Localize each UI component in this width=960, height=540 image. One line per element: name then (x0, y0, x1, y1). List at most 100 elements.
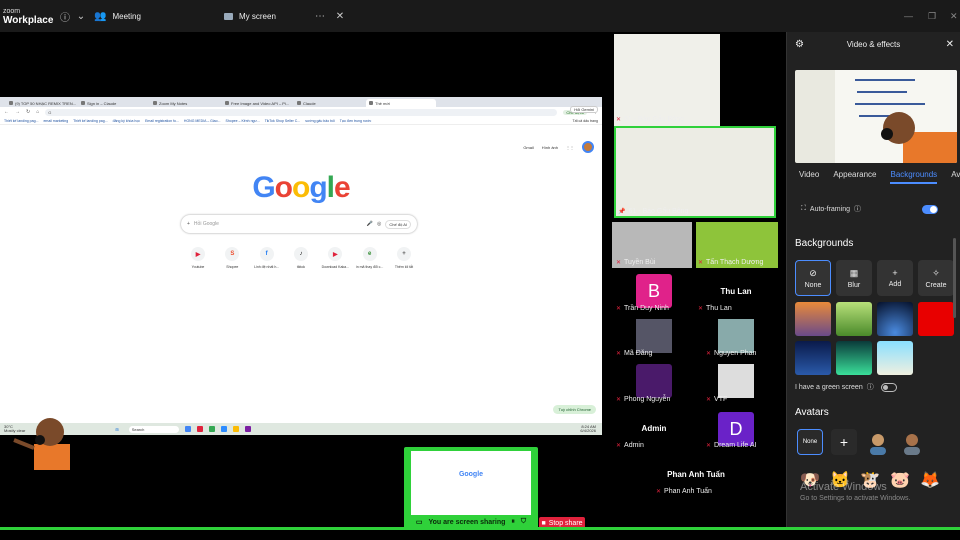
info-icon[interactable]: ⓘ (56, 9, 74, 24)
tab-my-screen[interactable]: My screen (224, 12, 310, 21)
tab-avatars[interactable]: Avatars (951, 170, 960, 184)
bg-earth[interactable] (877, 302, 913, 336)
bg-aurora[interactable] (836, 341, 872, 375)
chevron-down-icon[interactable]: ⌄ (74, 11, 88, 22)
share-thumbnail[interactable]: Google ▭ You are screen sharing ⏸ ⛉ (404, 447, 538, 529)
app-icon[interactable] (232, 426, 239, 432)
shortcut-tile[interactable]: ▶ Youtube (181, 247, 215, 269)
close-window-icon[interactable]: ✕ (950, 0, 958, 32)
bg-red[interactable] (918, 302, 954, 336)
bg-none-button[interactable]: ⊘ None (795, 260, 831, 296)
minimize-icon[interactable]: — (904, 0, 913, 32)
avatar-options: None + (797, 429, 925, 455)
participant-photo[interactable] (718, 364, 754, 398)
tab-appearance[interactable]: Appearance (833, 170, 876, 184)
reload-icon[interactable]: ↻ (26, 109, 30, 115)
shortcut-tile[interactable]: e in mã thay đổi c... (353, 247, 387, 269)
participant-video[interactable] (614, 34, 720, 126)
bookmark-item[interactable]: Email registration fo... (145, 119, 179, 123)
chrome-tab[interactable]: Zoom My Notes (150, 99, 220, 107)
app-icon[interactable] (208, 426, 215, 432)
bg-add-button[interactable]: + Add (877, 260, 913, 296)
chrome-tab[interactable]: Thẻ mới (366, 99, 436, 107)
participant-photo[interactable] (636, 319, 672, 353)
participant-photo[interactable] (636, 364, 672, 398)
apps-icon[interactable]: ⋮⋮ (566, 145, 574, 150)
avatar-person-icon[interactable] (865, 429, 891, 455)
omnibox[interactable]: G (45, 108, 558, 116)
chrome-tab[interactable]: (9) TOP 50 NHẠC REMIX TREN... (6, 99, 76, 107)
bookmark-item[interactable]: Thiết kế landing pag... (4, 119, 38, 123)
bookmark-item[interactable]: TikTok Shop Seller C... (265, 119, 300, 123)
plus-icon[interactable]: + (187, 221, 190, 227)
close-icon[interactable]: ✕ (946, 39, 954, 50)
avatar[interactable] (582, 141, 594, 153)
back-icon[interactable]: ← (4, 109, 9, 115)
shortcut-tile[interactable]: f Linh đệ nhất h... (250, 247, 284, 269)
info-icon[interactable]: ⓘ (854, 204, 861, 214)
bg-golden-gate[interactable] (795, 302, 831, 336)
green-screen-toggle[interactable] (881, 383, 897, 392)
gear-icon[interactable]: ⚙ (795, 39, 804, 50)
clock: 8:24 AM 6/4/2026 (580, 424, 596, 433)
app-icon[interactable] (220, 426, 227, 432)
participant-name: ✕ VTF (706, 396, 728, 403)
participant-avatar-letter[interactable]: B (636, 274, 672, 308)
bg-grass[interactable] (836, 302, 872, 336)
chrome-tab[interactable]: Claude (294, 99, 364, 107)
forward-icon[interactable]: → (15, 109, 20, 115)
bg-blur-button[interactable]: ▦ Blur (836, 260, 872, 296)
participant-video-active[interactable] (614, 126, 776, 218)
chrome-tab[interactable]: Sign in – Claude (78, 99, 148, 107)
gmail-link[interactable]: Gmail (523, 145, 533, 150)
pause-icon[interactable]: ⏸ (511, 518, 515, 526)
bookmark-item[interactable]: Tạo đơn trung nước (340, 119, 371, 123)
tab-video[interactable]: Video (799, 170, 819, 184)
ai-mode-button[interactable]: Chế độ AI (385, 219, 411, 229)
bookmark-item[interactable]: Shopee – Kênh ngư... (226, 119, 260, 123)
shortcut-tile[interactable]: ♪ tiktok (284, 247, 318, 269)
bookmark-item[interactable]: đăng ký khóa học (113, 119, 140, 123)
all-bookmarks-link[interactable]: Tất cả dấu trang (573, 119, 599, 123)
participant-name: ✕ Admin (616, 442, 644, 449)
app-icon[interactable] (184, 426, 191, 432)
info-icon[interactable]: ⓘ (867, 382, 874, 392)
maximize-icon[interactable]: ❐ (928, 0, 936, 32)
tab-meeting[interactable]: 👥 Meeting (94, 11, 214, 22)
chrome-tab[interactable]: Free Image and Video API – Pi... (222, 99, 292, 107)
avatar-add-button[interactable]: + (831, 429, 857, 455)
bg-beach[interactable] (877, 341, 913, 375)
more-icon[interactable]: ⋯ (310, 11, 330, 22)
bookmark-item[interactable]: Thiết kế landing pag... (73, 119, 107, 123)
lens-icon[interactable]: ◎ (377, 221, 381, 227)
google-search-box[interactable]: + Hỏi Google 🎤 ◎ Chế độ AI (181, 215, 417, 233)
panel-scrollbar[interactable] (953, 238, 956, 318)
shortcut-tile[interactable]: + Thêm lối tắt (387, 247, 421, 269)
bookmark-item[interactable]: HONG MEDIA – Giao... (184, 119, 221, 123)
avatar-none-button[interactable]: None (797, 429, 823, 455)
tab-backgrounds[interactable]: Backgrounds (890, 170, 938, 184)
home-icon[interactable]: ⌂ (36, 109, 39, 115)
shortcut-tile[interactable]: ▶ Download Kaka... (318, 247, 352, 269)
customize-chrome-button[interactable]: Tuỳ chỉnh Chrome (553, 405, 596, 414)
close-tab-icon[interactable]: ✕ (330, 11, 350, 22)
app-icon[interactable] (244, 426, 251, 432)
participant-photo[interactable] (718, 319, 754, 353)
bg-create-button[interactable]: ✧ Create (918, 260, 954, 296)
participant-avatar-letter[interactable]: D (718, 412, 754, 446)
windows-icon[interactable]: ⊞ (115, 427, 118, 432)
bookmark-item[interactable]: email marketing (43, 119, 68, 123)
bookmark-item[interactable]: sướng gấu bảo bối (305, 119, 335, 123)
autoframing-toggle[interactable] (922, 205, 938, 214)
self-video (13, 418, 70, 470)
avatar-fox-icon[interactable]: 🦊 (919, 468, 941, 492)
avatar-person-icon[interactable] (899, 429, 925, 455)
app-icon[interactable] (196, 426, 203, 432)
taskbar-search[interactable]: Search (128, 425, 179, 433)
shortcut-tile[interactable]: S Shopee (215, 247, 249, 269)
images-link[interactable]: Hình ảnh (542, 145, 558, 150)
participant-name: ✕ Dream Life AI (706, 442, 757, 449)
mic-icon[interactable]: 🎤 (367, 221, 373, 227)
bg-ai-poster[interactable] (795, 341, 831, 375)
gemini-button[interactable]: Hỏi Gemini (570, 106, 598, 113)
